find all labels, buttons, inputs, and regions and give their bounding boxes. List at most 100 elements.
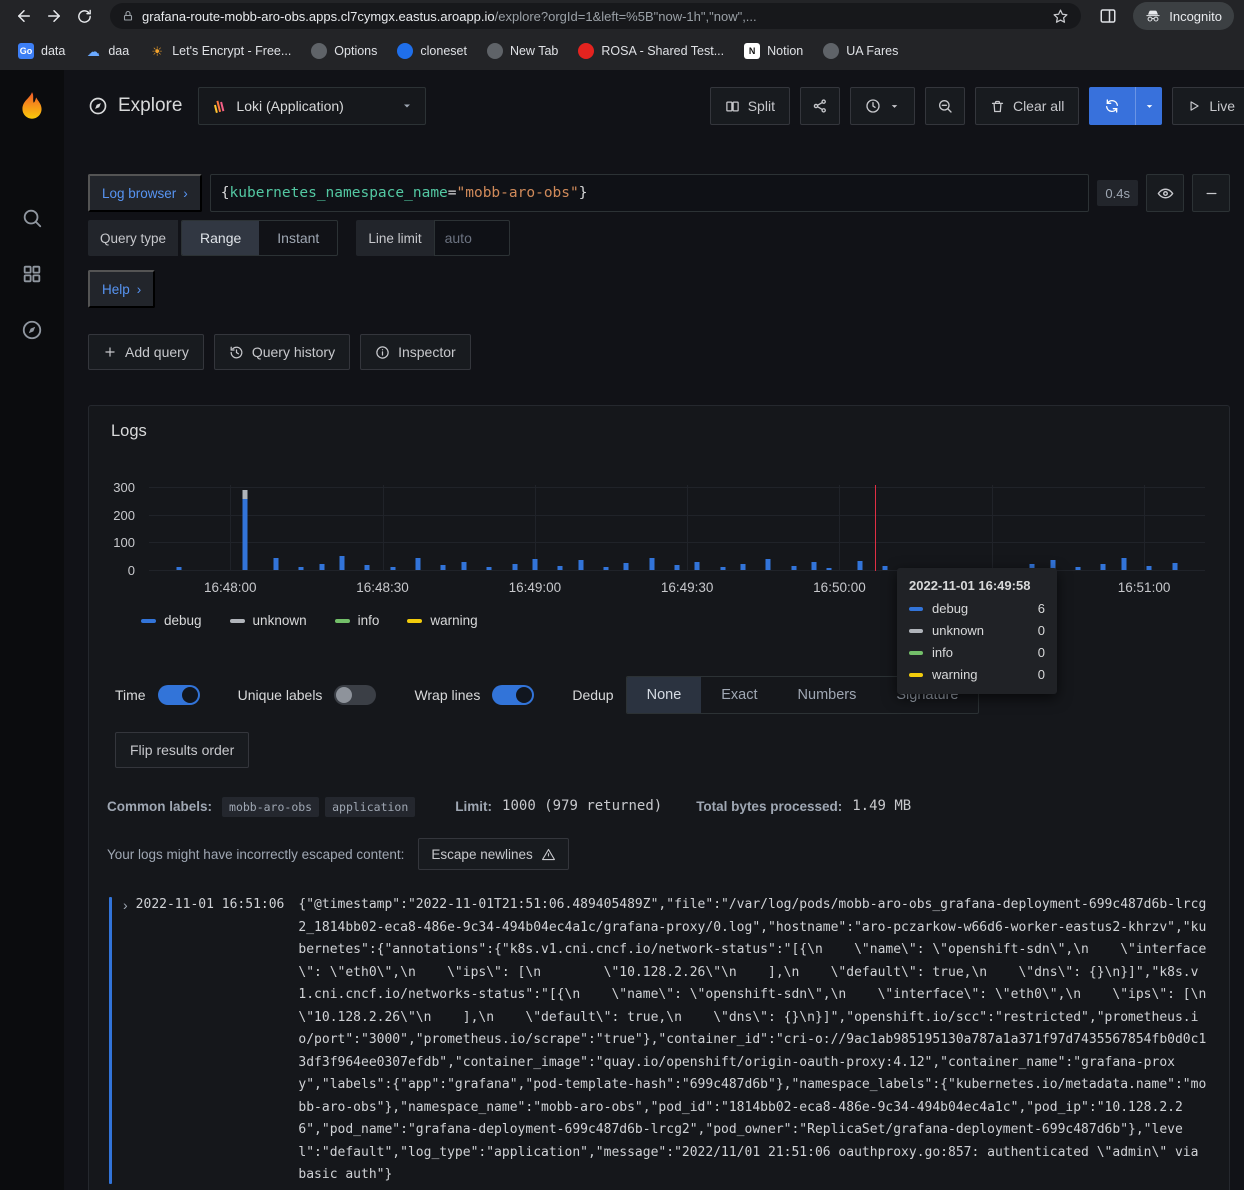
log-rows: ›2022-11-01 16:51:06{"@timestamp":"2022-…: [105, 894, 1213, 1187]
bookmark-item[interactable]: ROSA - Shared Test...: [568, 37, 734, 65]
bookmark-star-icon[interactable]: [1052, 8, 1069, 25]
incognito-badge[interactable]: Incognito: [1133, 2, 1234, 30]
chevron-right-icon: ›: [183, 186, 188, 201]
query-editor-row: Log browser › {kubernetes_namespace_name…: [88, 174, 1230, 212]
inspector-button[interactable]: Inspector: [360, 334, 471, 370]
legend-item-warning[interactable]: warning: [407, 613, 477, 628]
x-axis-label: 16:48:30: [356, 580, 409, 595]
address-bar[interactable]: grafana-route-mobb-aro-obs.apps.cl7cymgx…: [110, 3, 1081, 29]
legend-label: warning: [430, 613, 477, 628]
logs-volume-bar: [273, 558, 278, 570]
dedup-option-none[interactable]: None: [627, 677, 702, 713]
logs-volume-bar: [243, 490, 248, 570]
apps-icon[interactable]: [8, 250, 56, 298]
grafana-logo-icon[interactable]: [15, 90, 49, 124]
dedup-option-numbers[interactable]: Numbers: [778, 677, 877, 713]
log-row[interactable]: ›2022-11-01 16:51:06{"@timestamp":"2022-…: [105, 894, 1213, 1187]
clear-all-label: Clear all: [1013, 98, 1064, 114]
unique-labels-toggle[interactable]: [334, 685, 376, 705]
datasource-name: Loki (Application): [236, 98, 343, 114]
url-path: /explore?orgId=1&left=%5B"now-1h","now",…: [495, 9, 757, 24]
common-label-chip: application: [325, 797, 415, 817]
logs-volume-bar: [857, 561, 862, 570]
query-type-instant[interactable]: Instant: [259, 221, 337, 255]
line-limit-input[interactable]: [434, 220, 510, 256]
escape-newlines-button[interactable]: Escape newlines: [418, 838, 568, 870]
logs-volume-bar: [558, 566, 563, 570]
logs-panel-title: Logs: [105, 422, 1213, 441]
legend-item-info[interactable]: info: [335, 613, 380, 628]
x-axis-label: 16:51:00: [1118, 580, 1171, 595]
expand-chevron-icon[interactable]: ›: [123, 894, 128, 917]
clear-all-button[interactable]: Clear all: [975, 87, 1079, 125]
explore-compass-icon[interactable]: [8, 306, 56, 354]
bookmark-item[interactable]: cloneset: [387, 37, 477, 65]
remove-query-button[interactable]: [1192, 174, 1230, 212]
bookmark-item[interactable]: ☁daa: [75, 37, 139, 65]
escape-newlines-label: Escape newlines: [431, 847, 532, 862]
add-query-button[interactable]: Add query: [88, 334, 204, 370]
bookmark-item[interactable]: New Tab: [477, 37, 568, 65]
refresh-button[interactable]: [1089, 87, 1135, 125]
bookmark-label: Let's Encrypt - Free...: [172, 44, 291, 58]
logs-chart-y-axis: 0100200300: [105, 485, 143, 571]
dedup-option-exact[interactable]: Exact: [701, 677, 777, 713]
toggle-knob: [182, 687, 198, 703]
bookmark-item[interactable]: ☀Let's Encrypt - Free...: [139, 37, 301, 65]
bookmark-item[interactable]: NNotion: [734, 37, 813, 65]
x-gridline: [1144, 485, 1145, 571]
bookmark-item[interactable]: UA Fares: [813, 37, 908, 65]
help-button[interactable]: Help ›: [88, 270, 155, 308]
time-picker-button[interactable]: [850, 87, 915, 125]
forward-icon[interactable]: [40, 2, 68, 30]
bar-segment-debug: [441, 565, 446, 570]
time-toggle[interactable]: [158, 685, 200, 705]
logs-volume-bar: [1076, 567, 1081, 570]
toggle-knob: [516, 687, 532, 703]
query-input[interactable]: {kubernetes_namespace_name="mobb-aro-obs…: [210, 174, 1090, 212]
refresh-interval-caret[interactable]: [1135, 87, 1162, 125]
common-labels-list: mobb-aro-obsapplication: [222, 799, 421, 814]
flip-results-order-button[interactable]: Flip results order: [115, 732, 249, 768]
bookmark-item[interactable]: Godata: [8, 37, 75, 65]
flip-row: Flip results order: [105, 732, 1213, 768]
query-type-group: Range Instant: [181, 220, 338, 256]
query-visibility-button[interactable]: [1146, 174, 1184, 212]
search-icon[interactable]: [8, 194, 56, 242]
bookmark-label: UA Fares: [846, 44, 898, 58]
query-history-button[interactable]: Query history: [214, 334, 350, 370]
legend-item-unknown[interactable]: unknown: [230, 613, 307, 628]
x-axis-label: 16:49:00: [509, 580, 562, 595]
tooltip-row: warning0: [909, 667, 1045, 682]
wrap-lines-toggle[interactable]: [492, 685, 534, 705]
bookmark-item[interactable]: Options: [301, 37, 387, 65]
bar-segment-debug: [558, 566, 563, 570]
live-button[interactable]: Live: [1172, 87, 1244, 125]
explore-title-group: Explore: [88, 95, 182, 117]
query-token: "mobb-aro-obs": [457, 185, 579, 201]
query-type-range[interactable]: Range: [182, 221, 259, 255]
back-icon[interactable]: [10, 2, 38, 30]
incognito-icon: [1145, 8, 1161, 24]
zoom-out-button[interactable]: [925, 87, 965, 125]
share-button[interactable]: [800, 87, 840, 125]
logs-volume-bar: [1172, 563, 1177, 570]
chevron-right-icon: ›: [137, 282, 142, 297]
split-button[interactable]: Split: [710, 87, 790, 125]
legend-swatch: [407, 619, 422, 623]
eye-icon: [1157, 185, 1174, 202]
log-browser-button[interactable]: Log browser ›: [88, 174, 202, 212]
logs-volume-bar: [441, 565, 446, 570]
query-token: =: [448, 185, 457, 201]
bar-segment-debug: [624, 563, 629, 570]
tooltip-series-value: 0: [1038, 623, 1045, 638]
logs-volume-bar: [695, 562, 700, 570]
legend-item-debug[interactable]: debug: [141, 613, 202, 628]
datasource-picker[interactable]: Loki (Application): [198, 87, 426, 125]
chart-cursor: [875, 485, 876, 571]
header-actions: Split Clear all: [710, 87, 1244, 125]
reload-icon[interactable]: [70, 2, 98, 30]
logs-panel: Logs 0100200300 16:48:0016:48:3016:49:00…: [88, 405, 1230, 1190]
side-panel-icon[interactable]: [1093, 2, 1123, 30]
total-bytes-group: Total bytes processed: 1.49 MB: [696, 798, 911, 814]
